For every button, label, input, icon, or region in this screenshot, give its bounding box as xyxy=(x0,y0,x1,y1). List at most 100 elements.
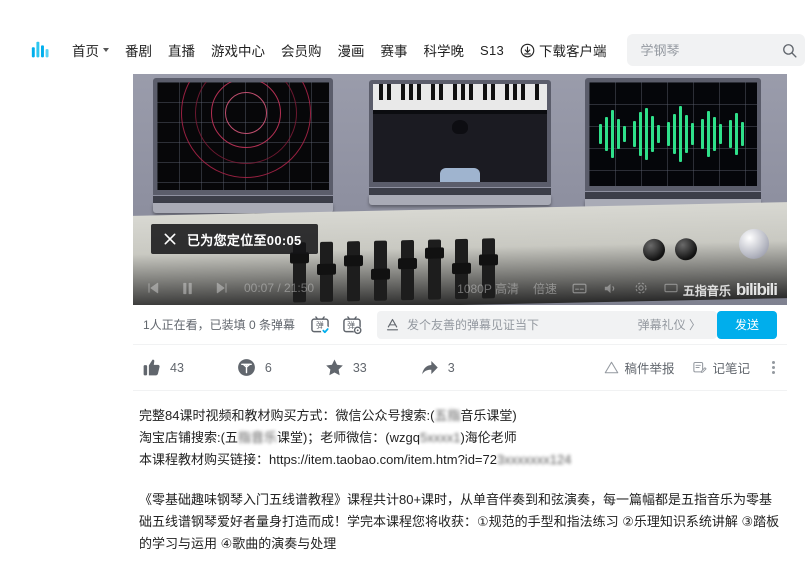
like-button[interactable]: 43 xyxy=(141,357,184,378)
warning-triangle-icon xyxy=(605,361,619,374)
danmaku-etiquette-link[interactable]: 弹幕礼仪 〉 xyxy=(638,316,701,333)
download-icon xyxy=(520,43,535,57)
quality-label[interactable]: 1080P 高清 xyxy=(457,280,519,297)
seek-toast-text: 已为您定位至00:05 xyxy=(187,232,302,248)
desc-line-1-c: 音乐课堂) xyxy=(460,408,517,423)
nav-label: 直播 xyxy=(168,44,195,59)
settings-button[interactable] xyxy=(633,280,649,296)
nav-item-game-center[interactable]: 游戏中心 xyxy=(211,40,265,60)
desk-sphere xyxy=(739,228,769,260)
desc-line-2-e: )海伦老师 xyxy=(460,430,517,445)
subtitle-icon xyxy=(572,283,587,293)
share-count: 3 xyxy=(447,360,455,375)
previous-button[interactable] xyxy=(145,280,161,296)
desc-line-2-redacted: 指音乐 xyxy=(237,430,277,445)
danmaku-input-placeholder: 发个友善的弹幕见证当下 xyxy=(407,318,540,332)
thumbs-up-icon xyxy=(143,359,160,376)
danmaku-bar: 1人正在看，已装填 0 条弹幕 弹 弹 发个友善的弹幕见证当下 弹幕礼仪 〉 发… xyxy=(133,305,787,345)
nav-label: S13 xyxy=(480,42,505,58)
danmaku-send-button[interactable]: 发送 xyxy=(716,310,777,339)
desc-line-3-a: 本课程教材购买链接：https://item.taobao.com/item.h… xyxy=(139,452,497,467)
note-label: 记笔记 xyxy=(712,362,750,376)
page-root: 首页 番剧 直播 游戏中心 会员购 漫画 赛事 科学晚 S13 下载客户端 学钢… xyxy=(0,0,805,571)
nav-label: 漫画 xyxy=(337,44,365,59)
nav-item-manga[interactable]: 漫画 xyxy=(338,40,365,60)
bilibili-logo-icon[interactable] xyxy=(30,39,52,61)
desc-line-3: 本课程教材购买链接：https://item.taobao.com/item.h… xyxy=(139,449,781,471)
coin-button[interactable]: 6 xyxy=(236,357,272,378)
nav-label: 番剧 xyxy=(125,44,152,59)
download-client-button[interactable]: 下载客户端 xyxy=(520,40,607,60)
next-button[interactable] xyxy=(214,280,230,296)
search-icon xyxy=(782,43,797,58)
subtitle-button[interactable] xyxy=(571,280,588,297)
danmaku-input-container[interactable]: 发个友善的弹幕见证当下 弹幕礼仪 〉 xyxy=(377,310,717,339)
seek-toast: 已为您定位至00:05 xyxy=(151,224,318,254)
danmaku-icon-group: 弹 弹 xyxy=(309,314,363,336)
nav-label: 会员购 xyxy=(281,44,322,59)
desc-paragraph-2: 《零基础趣味钢琴入门五线谱教程》课程共计80+课时，从单音伴奏到和弦演奏，每一篇… xyxy=(139,492,780,551)
site-header: 首页 番剧 直播 游戏中心 会员购 漫画 赛事 科学晚 S13 下载客户端 学钢… xyxy=(0,28,805,72)
nav-item-live[interactable]: 直播 xyxy=(168,40,195,60)
nav-item-bangumi[interactable]: 番剧 xyxy=(125,40,152,60)
collapse-description-button[interactable]: 收起 xyxy=(139,567,164,571)
video-description: 完整84课时视频和教材购买方式：微信公众号搜索:(五指音乐课堂) 淘宝店铺搜索:… xyxy=(133,391,787,571)
desc-line-1: 完整84课时视频和教材购买方式：微信公众号搜索:(五指音乐课堂) xyxy=(139,405,781,427)
favorite-button[interactable]: 33 xyxy=(324,357,367,378)
pause-button[interactable] xyxy=(179,280,196,297)
waveform-visualization xyxy=(589,82,757,186)
laptop-left xyxy=(153,78,333,213)
video-action-bar: 43 6 33 3 稿件举报 记笔记 xyxy=(133,345,787,391)
nav-label: 首页 xyxy=(72,44,99,59)
favorite-count: 33 xyxy=(352,360,367,375)
widescreen-button[interactable] xyxy=(663,280,679,296)
uploader-watermark-text: 五指音乐 xyxy=(682,283,731,298)
note-icon xyxy=(693,361,708,373)
close-icon[interactable] xyxy=(163,232,177,246)
desc-line-2: 淘宝店铺搜索:(五指音乐课堂)；老师微信：(wzgq5xxxx1)海伦老师 xyxy=(139,427,781,449)
nav-label: 游戏中心 xyxy=(211,44,265,59)
danmaku-settings-icon[interactable]: 弹 xyxy=(341,314,363,336)
radar-visualization xyxy=(157,82,329,190)
like-count: 43 xyxy=(170,360,184,375)
video-column: 已为您定位至00:05 00:07 / 21:50 1080P 高清 倍速 五指… xyxy=(133,74,787,571)
danmaku-stats: 1人正在看，已装填 0 条弹幕 xyxy=(143,318,296,332)
take-note-button[interactable]: 记笔记 xyxy=(692,358,750,377)
share-arrow-icon xyxy=(421,360,438,375)
widescreen-icon xyxy=(664,283,678,293)
desc-line-2-c: 课堂)；老师微信：(wzgq xyxy=(276,430,420,445)
desc-line-3-redacted: 3xxxxxxx124 xyxy=(496,452,572,467)
nav-item-esports[interactable]: 赛事 xyxy=(381,40,408,60)
search-button[interactable] xyxy=(777,38,801,62)
coin-count: 6 xyxy=(264,360,272,375)
nav-label: 科学晚 xyxy=(423,44,465,59)
danmaku-on-icon[interactable]: 弹 xyxy=(309,314,331,336)
more-vertical-icon[interactable] xyxy=(768,361,779,374)
chevron-down-icon xyxy=(103,48,109,52)
speed-label[interactable]: 倍速 xyxy=(533,280,557,297)
share-button[interactable]: 3 xyxy=(419,357,455,378)
nav-item-member-shop[interactable]: 会员购 xyxy=(281,40,322,60)
bilibili-watermark-logo: bilibili xyxy=(735,280,778,299)
danmaku-style-icon[interactable] xyxy=(385,317,400,332)
pianist-figure xyxy=(373,114,547,182)
previous-icon xyxy=(148,282,159,294)
piano-keyboard-visual xyxy=(373,84,547,110)
pause-icon xyxy=(183,282,192,294)
video-watermark: 五指音乐 bilibili xyxy=(682,280,778,300)
video-player[interactable]: 已为您定位至00:05 00:07 / 21:50 1080P 高清 倍速 五指… xyxy=(133,74,787,305)
desc-line-1-a: 完整84课时视频和教材购买方式：微信公众号搜索:( xyxy=(139,408,435,423)
nav-item-science-night[interactable]: 科学晚 xyxy=(424,40,465,60)
console-knobs xyxy=(643,238,697,262)
volume-button[interactable] xyxy=(602,280,619,297)
nav-item-home[interactable]: 首页 xyxy=(72,40,109,60)
gear-icon xyxy=(635,282,647,294)
time-display: 00:07 / 21:50 xyxy=(244,281,315,295)
desc-line-2-a: 淘宝店铺搜索:(五 xyxy=(139,430,238,445)
laptop-right xyxy=(585,78,761,209)
next-icon xyxy=(216,282,227,294)
report-button[interactable]: 稿件举报 xyxy=(604,358,674,377)
search-container xyxy=(626,34,805,66)
nav-item-s13[interactable]: S13 xyxy=(480,43,504,58)
laptop-center xyxy=(369,80,551,205)
